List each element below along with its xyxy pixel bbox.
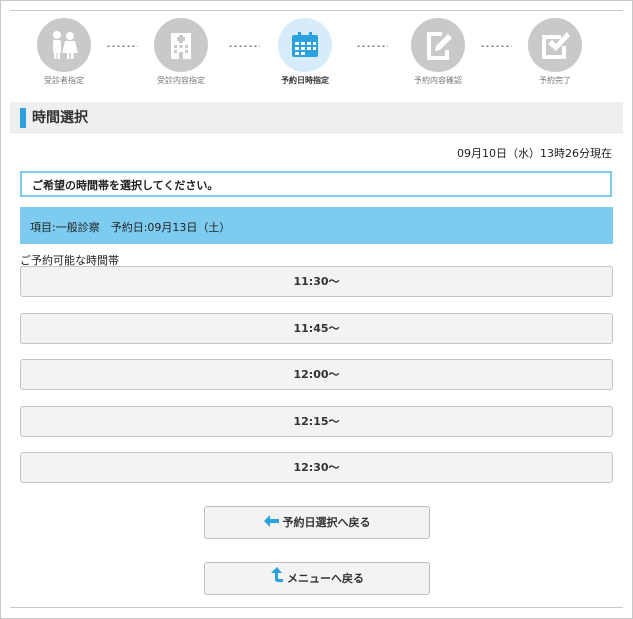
time-slot-button[interactable]: 12:00〜 — [20, 359, 613, 390]
top-divider — [10, 10, 623, 11]
step-patient: 受診者指定 — [19, 18, 109, 86]
step-connector — [106, 45, 138, 47]
step-label: 受診内容指定 — [157, 76, 205, 85]
current-time: 09月10日（水）13時26分現在 — [457, 147, 612, 160]
back-to-date-button[interactable]: 予約日選択へ戻る — [204, 506, 430, 539]
time-slot-button[interactable]: 11:45〜 — [20, 313, 613, 344]
step-label: 予約日時指定 — [281, 76, 329, 85]
bottom-divider — [10, 607, 623, 608]
back-to-date-label: 予約日選択へ戻る — [282, 516, 371, 529]
hospital-icon — [154, 18, 208, 72]
time-slot-button[interactable]: 11:30〜 — [20, 266, 613, 297]
step-datetime: 予約日時指定 — [260, 18, 350, 86]
step-confirm: 予約内容確認 — [393, 18, 483, 86]
step-connector — [356, 45, 388, 47]
back-to-menu-button[interactable]: メニューへ戻る — [204, 562, 430, 595]
instruction-box: ご希望の時間帯を選択してください。 — [20, 171, 612, 197]
step-label: 予約完了 — [539, 76, 571, 85]
checkbox-icon — [528, 18, 582, 72]
step-indicator: 受診者指定 受診内容指定 予約日時指定 予約内容確認 予約完了 — [0, 18, 633, 88]
people-icon — [37, 18, 91, 72]
arrow-left-icon — [263, 508, 280, 539]
step-complete: 予約完了 — [510, 18, 600, 86]
return-arrow-icon — [270, 564, 284, 595]
section-accent-bar — [20, 108, 26, 128]
back-to-menu-label: メニューへ戻る — [287, 572, 364, 585]
reservation-info-text: 項目:一般診察 予約日:09月13日（土） — [30, 221, 231, 234]
step-label: 予約内容確認 — [414, 76, 462, 85]
step-content: 受診内容指定 — [136, 18, 226, 86]
section-header: 時間選択 — [10, 102, 623, 133]
time-slot-button[interactable]: 12:30〜 — [20, 452, 613, 483]
step-connector — [228, 45, 260, 47]
reservation-info-bar: 項目:一般診察 予約日:09月13日（土） — [20, 207, 613, 244]
step-label: 受診者指定 — [44, 76, 84, 85]
step-connector — [480, 45, 512, 47]
calendar-icon — [278, 18, 332, 72]
section-title: 時間選択 — [32, 110, 88, 126]
instruction-text: ご希望の時間帯を選択してください。 — [32, 179, 219, 192]
time-slot-button[interactable]: 12:15〜 — [20, 406, 613, 437]
edit-icon — [411, 18, 465, 72]
